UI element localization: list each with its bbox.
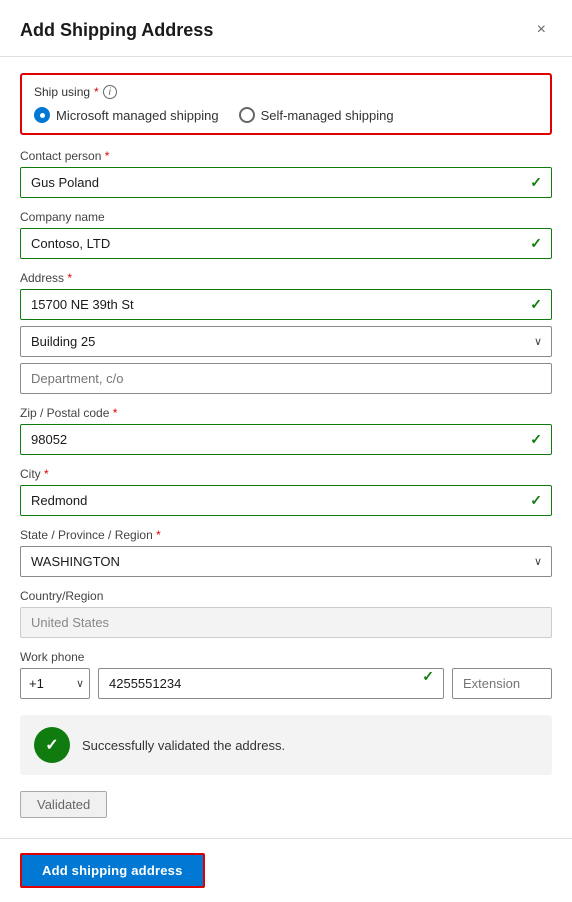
city-label: City * <box>20 467 552 481</box>
ship-using-radio-group: Microsoft managed shipping Self-managed … <box>34 107 538 123</box>
required-star: * <box>105 149 110 163</box>
state-dropdown-icon: ∨ <box>534 555 542 568</box>
address-line2-arrow-icon: ∨ <box>534 335 542 348</box>
add-shipping-address-modal: Add Shipping Address × Ship using * i Mi… <box>0 0 572 902</box>
phone-number-wrapper: ✓ <box>98 668 444 699</box>
company-name-input[interactable] <box>20 228 552 259</box>
ship-using-section: Ship using * i Microsoft managed shippin… <box>20 73 552 135</box>
city-field: City * ✓ <box>20 467 552 516</box>
address-line2-wrapper: ∨ <box>20 326 552 357</box>
add-shipping-address-button[interactable]: Add shipping address <box>20 853 205 888</box>
phone-country-wrapper: +1 ∨ <box>20 668 90 699</box>
country-input-wrapper <box>20 607 552 638</box>
address-line1-check-icon: ✓ <box>530 296 542 313</box>
zip-check-icon: ✓ <box>530 431 542 448</box>
validation-message: Successfully validated the address. <box>82 738 285 753</box>
extension-input[interactable] <box>452 668 552 699</box>
modal-header: Add Shipping Address × <box>0 0 572 57</box>
city-input[interactable] <box>20 485 552 516</box>
validation-banner: ✓ Successfully validated the address. <box>20 715 552 775</box>
address-line1-wrapper: ✓ <box>20 289 552 320</box>
company-name-field: Company name ✓ <box>20 210 552 259</box>
modal-footer: Add shipping address <box>0 838 572 902</box>
zip-label: Zip / Postal code * <box>20 406 552 420</box>
modal-title: Add Shipping Address <box>20 20 213 41</box>
validated-button[interactable]: Validated <box>20 791 107 818</box>
contact-person-check-icon: ✓ <box>530 174 542 191</box>
zip-required-star: * <box>113 406 118 420</box>
city-check-icon: ✓ <box>530 492 542 509</box>
modal-body: Ship using * i Microsoft managed shippin… <box>0 57 572 838</box>
phone-number-input[interactable] <box>98 668 444 699</box>
contact-person-label: Contact person * <box>20 149 552 163</box>
company-name-check-icon: ✓ <box>530 235 542 252</box>
radio-circle-microsoft <box>34 107 50 123</box>
radio-label-microsoft: Microsoft managed shipping <box>56 108 219 123</box>
city-required-star: * <box>44 467 49 481</box>
ship-using-label: Ship using * i <box>34 85 538 99</box>
info-icon[interactable]: i <box>103 85 117 99</box>
company-name-input-wrapper: ✓ <box>20 228 552 259</box>
city-input-wrapper: ✓ <box>20 485 552 516</box>
zip-field: Zip / Postal code * ✓ <box>20 406 552 455</box>
state-field: State / Province / Region * WASHINGTON ∨ <box>20 528 552 577</box>
radio-label-self: Self-managed shipping <box>261 108 394 123</box>
state-label: State / Province / Region * <box>20 528 552 542</box>
address-line3-input[interactable] <box>20 363 552 394</box>
work-phone-label: Work phone <box>20 650 552 664</box>
work-phone-field: Work phone +1 ∨ ✓ <box>20 650 552 699</box>
required-indicator: * <box>94 85 99 99</box>
contact-person-field: Contact person * ✓ <box>20 149 552 198</box>
radio-microsoft-managed[interactable]: Microsoft managed shipping <box>34 107 219 123</box>
zip-input-wrapper: ✓ <box>20 424 552 455</box>
address-label: Address * <box>20 271 552 285</box>
radio-circle-self <box>239 107 255 123</box>
address-field: Address * ✓ ∨ <box>20 271 552 394</box>
contact-person-input-wrapper: ✓ <box>20 167 552 198</box>
state-required-star: * <box>156 528 161 542</box>
phone-country-dropdown-icon: ∨ <box>76 677 84 690</box>
phone-check-icon: ✓ <box>422 668 434 685</box>
country-field: Country/Region <box>20 589 552 638</box>
checkmark-icon: ✓ <box>45 735 58 755</box>
validation-success-icon: ✓ <box>34 727 70 763</box>
address-line1-input[interactable] <box>20 289 552 320</box>
radio-self-managed[interactable]: Self-managed shipping <box>239 107 394 123</box>
zip-input[interactable] <box>20 424 552 455</box>
country-label: Country/Region <box>20 589 552 603</box>
state-input-wrapper: WASHINGTON ∨ <box>20 546 552 577</box>
state-select[interactable]: WASHINGTON <box>20 546 552 577</box>
country-input <box>20 607 552 638</box>
company-name-label: Company name <box>20 210 552 224</box>
close-button[interactable]: × <box>531 18 552 42</box>
address-line2-input[interactable] <box>20 326 552 357</box>
address-required-star: * <box>67 271 72 285</box>
contact-person-input[interactable] <box>20 167 552 198</box>
address-line3-wrapper <box>20 363 552 394</box>
phone-row: +1 ∨ ✓ <box>20 668 552 699</box>
